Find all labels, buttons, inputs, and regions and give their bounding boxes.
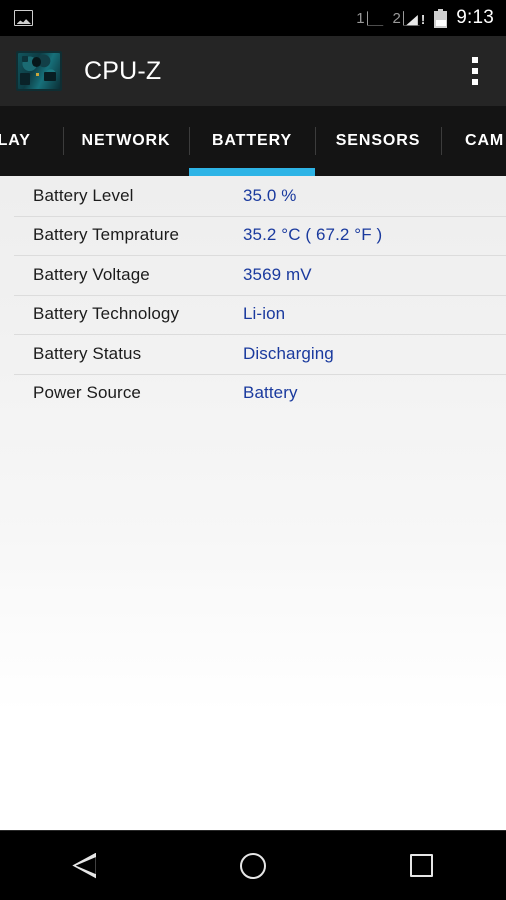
table-row: Battery Voltage 3569 mV [0,255,506,295]
tab-display-label: PLAY [0,132,31,149]
battery-icon [434,8,448,28]
table-row: Battery Technology Li-ion [0,294,506,335]
status-bar-system-icons: 1 2 ! 9:13 [356,7,494,29]
tab-network-label: NETWORK [81,132,171,149]
tab-camera[interactable]: CAM [441,106,506,176]
phone-screen: 1 2 ! 9:13 CPU-Z LAY NETWORK BATTERY SEN… [0,0,506,900]
table-row: Power Source Battery [0,373,506,414]
row-label: Battery Voltage [33,264,150,284]
status-bar-notifications [14,10,33,26]
row-value: Li-ion [243,304,286,324]
recents-button[interactable] [387,831,457,900]
tab-sensors[interactable]: SENSORS [315,106,441,176]
home-circle-icon [239,852,266,879]
row-label: Battery Technology [33,304,180,324]
row-value: 35.0 % [243,185,297,205]
sim1-label: 1 [356,9,365,27]
row-value: 35.2 °C ( 67.2 °F ) [243,225,383,245]
status-bar-clock: 9:13 [456,7,494,28]
row-value: Discharging [243,343,334,363]
tab-display[interactable]: PLAY [0,106,63,176]
back-triangle-icon [72,853,96,879]
table-row: Battery Temprature 35.2 °C ( 67.2 °F ) [0,215,506,256]
cpuz-circuitboard-logo [16,51,62,91]
tab-battery[interactable]: BATTERY [189,106,315,176]
back-button[interactable] [49,831,119,900]
signal-alert-mark: ! [420,11,426,27]
table-row: Battery Level 35.0 % [0,176,506,216]
signal-empty-icon [366,10,384,26]
recents-square-icon [410,854,434,877]
sim1-signal-group: 1 [356,9,384,27]
row-value: 3569 mV [243,264,312,284]
sim2-label: 2 [392,9,401,27]
app-title: CPU-Z [84,56,162,85]
table-row: Battery Status Discharging [0,334,506,374]
sim2-signal-group: 2 ! [392,9,426,27]
more-vert-icon[interactable] [460,50,490,92]
status-bar: 1 2 ! 9:13 [0,0,506,36]
tab-bar[interactable]: PLAY NETWORK BATTERY SENSORS CAM [0,106,506,176]
signal-partial-alert-icon [402,10,420,26]
image-icon [14,10,33,26]
battery-info-list: Battery Level 35.0 % Battery Temprature … [0,176,506,830]
home-button[interactable] [218,831,288,900]
tab-network[interactable]: NETWORK [63,106,189,176]
row-value: Battery [243,383,298,403]
row-label: Battery Status [33,343,142,363]
android-navigation-bar [0,830,506,900]
row-label: Battery Level [33,185,134,205]
tab-sensors-label: SENSORS [335,132,421,149]
app-bar: CPU-Z [0,36,506,106]
tab-camera-label: CAM [465,132,505,149]
row-label: Battery Temprature [33,225,180,245]
tab-battery-label: BATTERY [211,132,293,149]
row-label: Power Source [33,383,141,403]
